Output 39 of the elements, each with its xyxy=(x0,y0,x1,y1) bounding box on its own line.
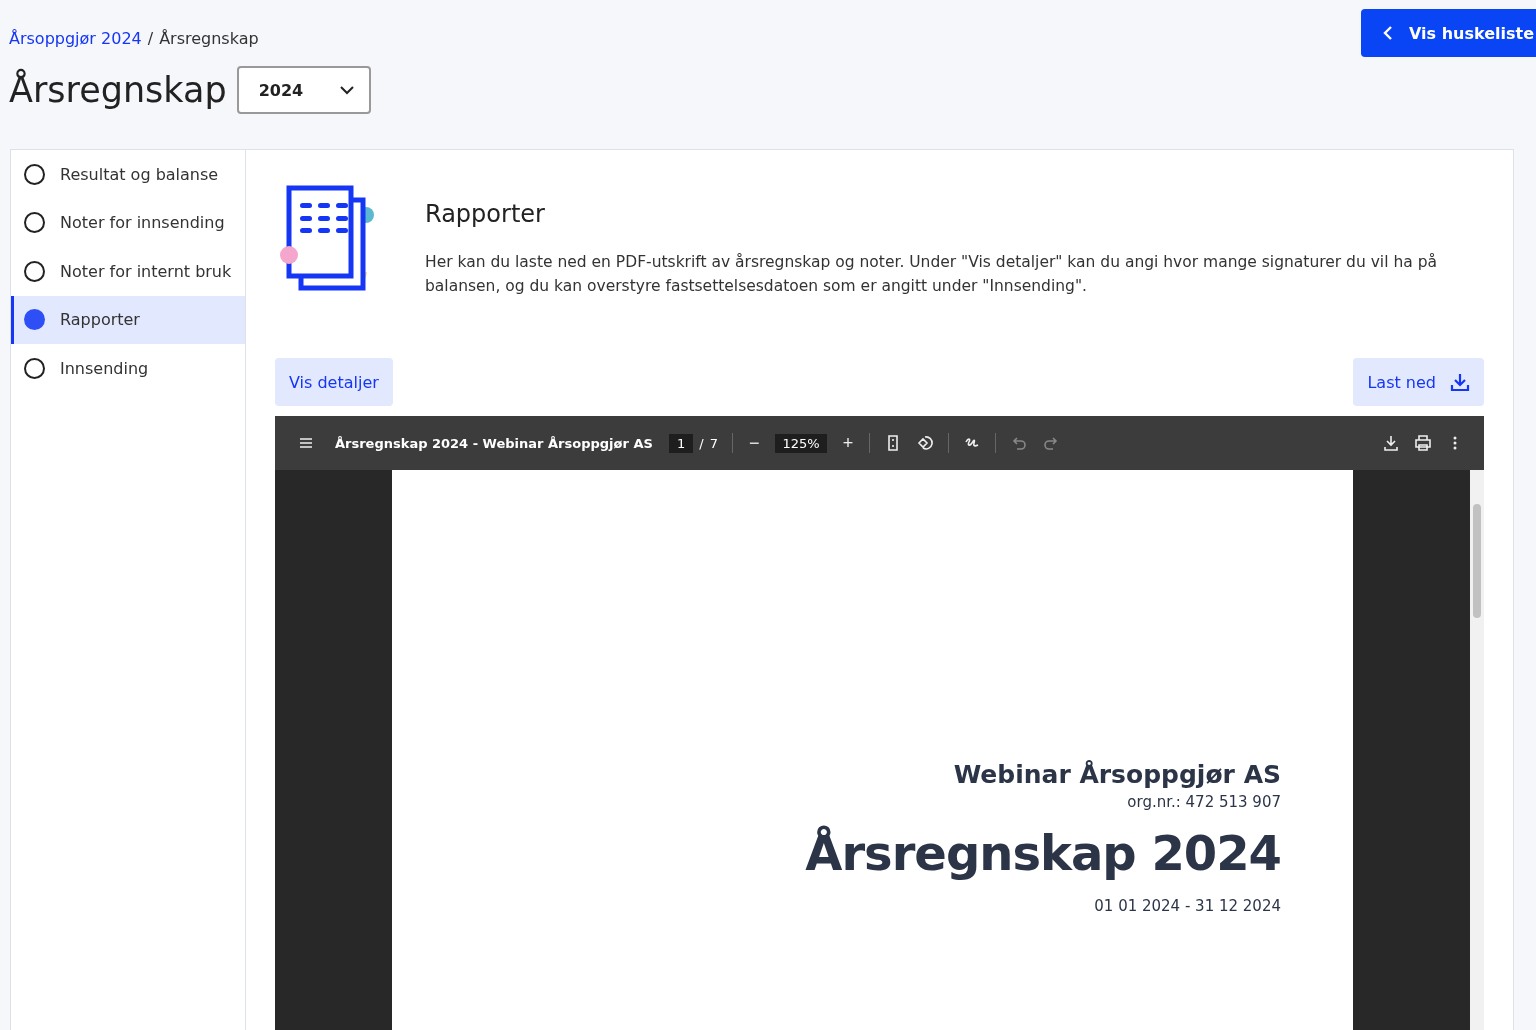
chevron-left-icon xyxy=(1382,25,1393,41)
sidebar-item[interactable]: Innsending xyxy=(11,344,245,393)
sidebar-item[interactable]: Noter for innsending xyxy=(11,198,245,247)
download-icon[interactable] xyxy=(1382,434,1400,452)
org-number: org.nr.: 472 513 907 xyxy=(1127,793,1281,811)
page-count: 7 xyxy=(709,435,718,451)
rotate-icon[interactable] xyxy=(916,434,935,452)
breadcrumb-separator: / xyxy=(147,29,154,48)
zoom-out-button[interactable]: − xyxy=(746,432,762,454)
zoom-field[interactable]: 125% xyxy=(775,433,827,453)
zoom-in-button[interactable]: + xyxy=(840,432,856,454)
period-text: 01 01 2024 - 31 12 2024 xyxy=(1094,897,1281,915)
radio-icon xyxy=(24,212,45,234)
radio-icon xyxy=(24,163,45,185)
sidebar-item[interactable]: Resultat og balanse xyxy=(11,150,245,199)
radio-selected-icon xyxy=(24,309,45,331)
details-button[interactable]: Vis detaljer xyxy=(275,358,393,406)
download-button[interactable]: Last ned xyxy=(1353,358,1484,406)
company-name: Webinar Årsoppgjør AS xyxy=(953,760,1281,789)
download-icon xyxy=(1450,372,1470,392)
section-description: Her kan du laste ned en PDF-utskrift av årsregnskap og noter. Under "Vis detaljer" kan du angi hvor mange signaturer du vil ha på balansen, og du kan overstyre fastsettelsesdatoen som er angitt under "Innsending". xyxy=(425,252,1438,297)
page-separator: / xyxy=(699,435,704,451)
page-title: Årsregnskap xyxy=(9,70,227,110)
document-title: Årsregnskap 2024 - Webinar Årsoppgjør AS xyxy=(335,435,654,451)
radio-icon xyxy=(24,260,45,282)
reminder-button[interactable]: Vis huskeliste xyxy=(1360,9,1536,57)
sidebar-item[interactable]: Rapporter xyxy=(11,295,245,344)
sidebar-item[interactable]: Noter for internt bruk xyxy=(11,247,245,296)
chevron-down-icon xyxy=(339,85,356,95)
scrollbar-thumb[interactable] xyxy=(1473,504,1481,618)
page-number-field[interactable]: 1 xyxy=(669,433,694,453)
section-heading: Rapporter xyxy=(425,200,546,228)
breadcrumb-link[interactable]: Årsoppgjør 2024 xyxy=(9,29,142,48)
year-select[interactable]: 2024 xyxy=(236,66,372,114)
scrollbar[interactable] xyxy=(1470,470,1484,1030)
print-icon[interactable] xyxy=(1414,434,1432,452)
radio-icon xyxy=(24,357,45,379)
document-heading: Årsregnskap 2024 xyxy=(805,825,1281,881)
breadcrumb-current: Årsregnskap xyxy=(159,29,259,48)
